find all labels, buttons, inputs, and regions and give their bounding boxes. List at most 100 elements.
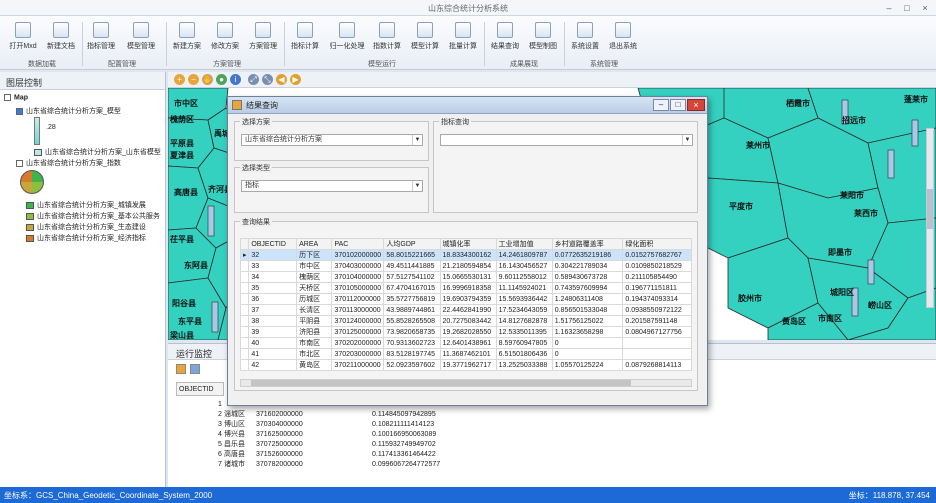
row-indicator[interactable] [239,260,250,272]
scrollbar-thumb[interactable] [927,189,933,229]
table-row[interactable]: 3 博山区 370304000000 0.108211111414123 [176,420,476,429]
table-row[interactable]: ▸ 32 历下区 370102000000 58.8015221665 18.833430… [239,249,692,261]
index-calc-button[interactable]: 指标计算 [282,22,328,56]
table-cell[interactable]: 55.8528265508 [383,315,441,327]
table-cell[interactable]: 市北区 [296,348,333,360]
row-indicator[interactable] [239,271,250,283]
table-cell[interactable]: 49.4511441885 [383,260,441,272]
table-cell[interactable]: 38 [248,315,298,327]
table-row[interactable]: 33 市中区 370403000000 49.4511441885 21.2180594… [239,260,692,272]
table-cell[interactable]: 16.1430456527 [495,260,553,272]
table-cell[interactable]: 73.9820658735 [383,326,441,338]
table-cell[interactable]: 0.0879268814113 [622,359,692,371]
table-cell[interactable]: 1.24806311408 [551,293,624,305]
maximize-icon[interactable]: □ [900,2,914,14]
map-scrollbar[interactable] [926,128,934,308]
forward-icon[interactable]: ▶ [290,74,301,85]
table-cell[interactable]: 40 [248,337,298,349]
dialog-close-icon[interactable]: × [687,99,705,111]
back-icon[interactable]: ◀ [276,74,287,85]
table-row[interactable]: 4 博兴县 371625000000 0.100166950063089 [176,430,476,439]
table-cell[interactable]: 14.8127682878 [495,315,553,327]
exit-button[interactable]: 退出系统 [600,22,646,56]
row-indicator[interactable] [239,282,250,294]
table-cell[interactable]: 11.1145924021 [495,282,553,294]
table-cell[interactable]: 0.304221789034 [551,260,624,272]
table-cell[interactable]: 19.3771962717 [439,359,497,371]
table-row[interactable]: 40 市南区 370202000000 70.9313602723 12.6401438… [239,337,692,349]
column-header[interactable]: 乡村道路覆盖率 [551,238,624,250]
checkbox[interactable] [16,107,23,115]
table-cell[interactable]: 19.6903794359 [439,293,497,305]
column-header[interactable]: OBJECTID [176,382,224,396]
table-cell[interactable]: 天桥区 [296,282,333,294]
row-indicator[interactable]: ▸ [239,249,250,261]
table-cell[interactable]: 67.4704167015 [383,282,441,294]
table-cell[interactable]: 0.211105854490 [622,271,692,283]
table-cell[interactable]: 70.9313602723 [383,337,441,349]
table-cell[interactable]: 370202000000 [331,337,385,349]
close-icon[interactable]: × [918,2,932,14]
table-cell[interactable]: 22.4462841990 [439,304,497,316]
table-cell[interactable]: 历城区 [296,293,333,305]
table-cell[interactable]: 39 [248,326,298,338]
table-row[interactable]: 37 长清区 370113000000 43.9889744861 22.4462841… [239,304,692,316]
table-cell[interactable]: 长清区 [296,304,333,316]
row-indicator[interactable] [239,337,250,349]
table-cell[interactable]: 14.2461809787 [495,249,553,261]
table-cell[interactable]: 市南区 [296,337,333,349]
table-row[interactable]: 41 市北区 370203000000 83.5128197745 11.3687462… [239,348,692,360]
table-cell[interactable]: 0.856501533048 [551,304,624,316]
table-cell[interactable]: 57.5127541102 [383,271,441,283]
plan-manage-button[interactable]: 方案管理 [240,22,286,56]
table-cell[interactable]: 370105000000 [331,282,385,294]
export-icon[interactable] [176,364,186,374]
table-cell[interactable]: 370211000000 [331,359,385,371]
table-cell[interactable]: 0.201587591148 [622,315,692,327]
fixed-zoom-in-icon[interactable]: ⤢ [248,74,259,85]
table-cell[interactable]: 0 [551,337,624,349]
table-cell[interactable]: 0 [551,348,624,360]
table-cell[interactable]: 市中区 [296,260,333,272]
table-cell[interactable]: 37 [248,304,298,316]
table-cell[interactable]: 43.9889744861 [383,304,441,316]
table-cell[interactable]: 17.5234643059 [495,304,553,316]
table-cell[interactable]: 15.5693936442 [495,293,553,305]
table-row[interactable]: 36 历城区 370112000000 35.5727756819 19.6903794… [239,293,692,305]
table-cell[interactable]: 41 [248,348,298,360]
layer-item[interactable]: 山东省综合统计分析方案_模型 [16,106,121,116]
table-cell[interactable]: 370104000000 [331,271,385,283]
table-cell[interactable]: 32 [248,249,298,261]
model-chart-button[interactable]: 模型制图 [520,22,566,56]
column-header[interactable]: PAC [331,238,385,250]
table-cell[interactable]: 9.60112558012 [495,271,553,283]
row-indicator[interactable] [239,348,250,360]
table-cell[interactable]: 52.0923597602 [383,359,441,371]
table-cell[interactable]: 0.589430673728 [551,271,624,283]
row-indicator[interactable] [239,304,250,316]
table-cell[interactable]: 16.9996918358 [439,282,497,294]
column-header[interactable]: 城镇化率 [439,238,497,250]
index-select[interactable]: ▼ [440,134,693,146]
result-table[interactable]: OBJECTID AREA PAC 人均GDP 城镇化率 工业增加值 乡村道路覆… [239,238,692,371]
table-row[interactable]: 42 黄岛区 370211000000 52.0923597602 19.3771962… [239,359,692,371]
table-cell[interactable]: 370403000000 [331,260,385,272]
table-cell[interactable]: 济阳县 [296,326,333,338]
table-cell[interactable] [622,337,692,349]
table-row[interactable]: 2 淄城区 371602000000 0.114845097942895 [176,410,476,419]
row-indicator[interactable] [239,326,250,338]
table-cell[interactable] [622,348,692,360]
fixed-zoom-out-icon[interactable]: ⤡ [262,74,273,85]
type-select[interactable]: 指标 ▼ [241,180,423,192]
table-cell[interactable]: 370124000000 [331,315,385,327]
table-cell[interactable]: 8.59760947805 [495,337,553,349]
scheme-select[interactable]: 山东省综合统计分析方案 ▼ [241,134,423,146]
table-cell[interactable]: 35 [248,282,298,294]
table-cell[interactable]: 33 [248,260,298,272]
table-cell[interactable]: 19.2682028550 [439,326,497,338]
row-indicator[interactable] [239,315,250,327]
column-header[interactable]: 工业增加值 [495,238,553,250]
table-cell[interactable]: 1.51756125022 [551,315,624,327]
table-cell[interactable]: 370112000000 [331,293,385,305]
table-cell[interactable]: 35.5727756819 [383,293,441,305]
